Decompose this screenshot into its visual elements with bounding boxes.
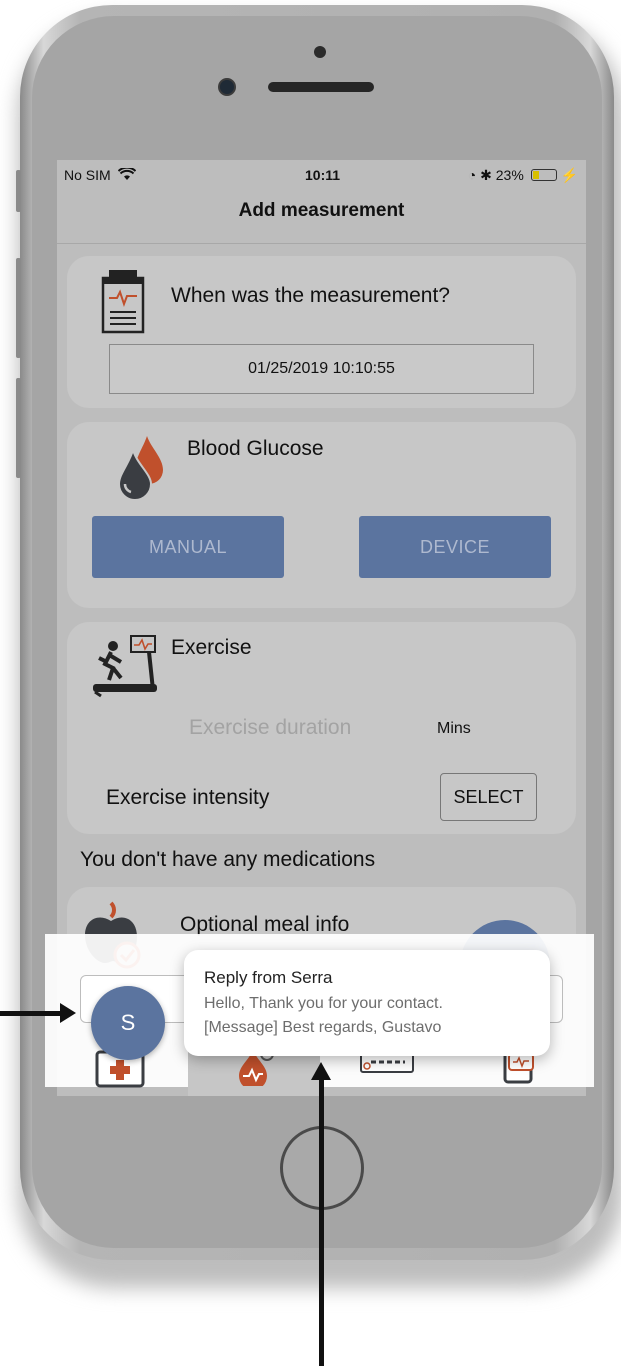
- blood-drops-icon: [117, 436, 163, 500]
- duration-unit-label: Mins: [437, 720, 471, 737]
- datetime-field[interactable]: 01/25/2019 10:10:55: [109, 344, 534, 394]
- volume-up-button: [16, 258, 21, 358]
- volume-down-button: [16, 378, 21, 478]
- battery-percent: 23%: [495, 167, 524, 183]
- notification-title: Reply from Serra: [204, 968, 333, 987]
- measurement-time-question: When was the measurement?: [171, 284, 450, 307]
- status-time: 10:11: [305, 167, 341, 183]
- orientation-lock-icon: ◔: [467, 167, 477, 183]
- intensity-select-button[interactable]: SELECT: [440, 773, 537, 821]
- battery-icon: [530, 169, 557, 181]
- status-right: ◔ ✱ 23% ⚡: [468, 167, 578, 184]
- header-divider: [57, 243, 586, 244]
- earpiece-speaker: [268, 82, 374, 92]
- carrier-label: No SIM: [64, 167, 111, 183]
- push-notification[interactable]: Reply from Serra Hello, Thank you for yo…: [184, 950, 550, 1056]
- exercise-title: Exercise: [171, 636, 252, 659]
- proximity-sensor: [314, 46, 326, 58]
- status-carrier: No SIM: [64, 166, 136, 183]
- exercise-duration-input[interactable]: Exercise duration: [189, 716, 351, 740]
- treadmill-icon: [93, 635, 157, 698]
- annotation-arrowhead-up: [311, 1062, 331, 1080]
- blood-glucose-card: Blood Glucose MANUAL DEVICE: [67, 422, 576, 608]
- wifi-icon: [117, 166, 136, 180]
- charging-icon: ⚡: [560, 167, 578, 183]
- sender-avatar[interactable]: S: [91, 986, 165, 1060]
- front-camera: [218, 78, 236, 96]
- clipboard-icon: [101, 270, 145, 334]
- measurement-time-card: When was the measurement? 01/25/2019 10:…: [67, 256, 576, 408]
- exercise-card: Exercise Exercise duration Mins Exercise…: [67, 622, 576, 834]
- screenshot-stage: No SIM 10:11 ◔ ✱ 23% ⚡ Add measurement W…: [0, 0, 621, 1366]
- notification-message-line1: Hello, Thank you for your contact.: [204, 995, 443, 1012]
- bluetooth-icon: ✱: [480, 167, 492, 183]
- page-title: Add measurement: [238, 200, 405, 221]
- exercise-intensity-label: Exercise intensity: [106, 786, 270, 809]
- status-bar: No SIM 10:11 ◔ ✱ 23% ⚡: [57, 160, 586, 190]
- notification-message-line2: [Message] Best regards, Gustavo: [204, 1019, 442, 1036]
- annotation-arrow-horizontal: [0, 1011, 62, 1016]
- no-medications-text: You don't have any medications: [80, 848, 376, 871]
- mute-switch: [16, 170, 21, 212]
- annotation-arrowhead-right: [60, 1003, 76, 1023]
- annotation-arrow-vertical: [319, 1078, 324, 1366]
- device-button[interactable]: DEVICE: [359, 516, 551, 578]
- battery-fill: [532, 171, 539, 179]
- manual-button[interactable]: MANUAL: [92, 516, 284, 578]
- blood-glucose-title: Blood Glucose: [187, 437, 324, 460]
